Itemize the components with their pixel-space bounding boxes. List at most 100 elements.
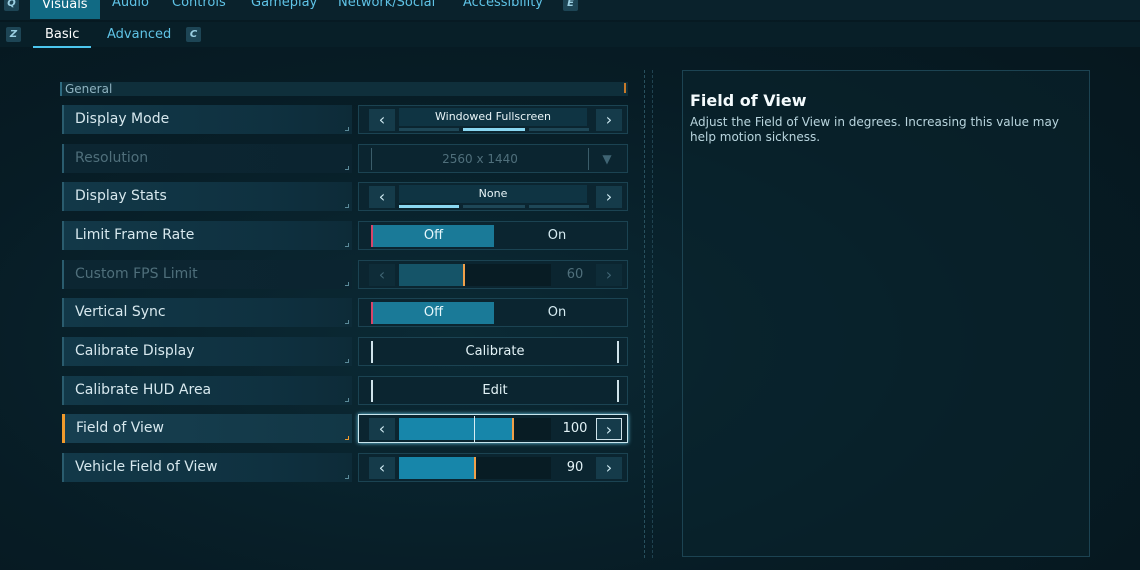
section-title: General — [65, 82, 113, 96]
chevron-right-icon[interactable]: › — [596, 186, 622, 208]
slider-fill — [399, 457, 475, 479]
setting-label: Vehicle Field of View — [75, 459, 218, 475]
key-hint-next-tab: E — [563, 0, 578, 11]
setting-label: Calibrate Display — [75, 343, 195, 359]
vertical-sync-toggle[interactable]: Off On — [358, 298, 628, 327]
corner-tick-icon — [345, 436, 349, 440]
setting-field-of-view[interactable]: Field of View — [62, 414, 352, 443]
section-header-general: General — [60, 82, 628, 96]
setting-label: Custom FPS Limit — [75, 266, 198, 282]
display-mode-selector[interactable]: ‹ Windowed Fullscreen › — [358, 105, 628, 134]
option-indicator — [399, 205, 589, 208]
resolution-dropdown: 2560 x 1440 ▼ — [358, 144, 628, 173]
corner-tick-icon — [345, 204, 349, 208]
corner-tick-icon — [345, 282, 349, 286]
slider-fill — [399, 264, 464, 286]
setting-label: Field of View — [76, 420, 164, 436]
setting-label: Vertical Sync — [75, 304, 166, 320]
subtab-basic[interactable]: Basic — [32, 27, 92, 48]
corner-tick-icon — [345, 398, 349, 402]
tab-gameplay[interactable]: Gameplay — [251, 0, 317, 10]
panel-divider — [644, 70, 646, 558]
slider-value: 90 — [566, 460, 584, 475]
tab-network-social[interactable]: Network/Social — [338, 0, 435, 10]
option-pip-selected — [463, 128, 525, 131]
key-hint-prev-tab: Q — [4, 0, 19, 11]
setting-label: Display Stats — [75, 188, 167, 204]
setting-vertical-sync[interactable]: Vertical Sync — [62, 298, 352, 327]
top-tab-bar: Q Visuals Audio Controls Gameplay Networ… — [0, 0, 1140, 20]
setting-calibrate-hud-area[interactable]: Calibrate HUD Area — [62, 376, 352, 405]
slider-fill — [399, 418, 513, 440]
calibrate-hud-control[interactable]: Edit — [358, 376, 628, 405]
chevron-right-icon: › — [596, 264, 622, 286]
calibrate-display-control[interactable]: Calibrate — [358, 337, 628, 366]
calibrate-button[interactable]: Calibrate — [371, 341, 619, 363]
setting-calibrate-display[interactable]: Calibrate Display — [62, 337, 352, 366]
setting-label: Calibrate HUD Area — [75, 382, 212, 398]
tab-visuals[interactable]: Visuals — [30, 0, 100, 19]
slider-track[interactable] — [399, 416, 551, 442]
custom-fps-limit-slider: ‹ 60 › — [358, 260, 628, 289]
chevron-right-icon[interactable]: › — [596, 109, 622, 131]
toggle-off-option[interactable]: Off — [371, 302, 494, 324]
corner-tick-icon — [345, 359, 349, 363]
corner-tick-icon — [345, 166, 349, 170]
toggle-off-option[interactable]: Off — [371, 225, 494, 247]
setting-custom-fps-limit: Custom FPS Limit — [62, 260, 352, 289]
corner-tick-icon — [345, 127, 349, 131]
selector-value: Windowed Fullscreen — [399, 108, 587, 126]
option-pip — [399, 128, 459, 131]
option-pip — [529, 205, 589, 208]
chevron-down-icon: ▼ — [602, 152, 612, 166]
limit-frame-rate-toggle[interactable]: Off On — [358, 221, 628, 250]
option-indicator — [399, 128, 589, 131]
setting-limit-frame-rate[interactable]: Limit Frame Rate — [62, 221, 352, 250]
slider-track — [399, 264, 551, 286]
key-hint-next-subtab: C — [186, 27, 201, 42]
chevron-right-icon[interactable]: › — [596, 457, 622, 479]
display-stats-selector[interactable]: ‹ None › — [358, 182, 628, 211]
info-title: Field of View — [690, 91, 807, 110]
edit-button[interactable]: Edit — [371, 380, 619, 402]
option-pip — [529, 128, 589, 131]
setting-display-stats[interactable]: Display Stats — [62, 182, 352, 211]
chevron-right-icon[interactable]: › — [596, 418, 622, 440]
setting-label: Resolution — [75, 150, 149, 166]
setting-label: Display Mode — [75, 111, 170, 127]
setting-label: Limit Frame Rate — [75, 227, 195, 243]
option-pip-selected — [399, 205, 459, 208]
vehicle-field-of-view-slider[interactable]: ‹ 90 › — [358, 453, 628, 482]
corner-tick-icon — [345, 243, 349, 247]
toggle-on-option[interactable]: On — [496, 302, 618, 324]
slider-handle[interactable] — [512, 418, 514, 440]
tab-audio[interactable]: Audio — [112, 0, 149, 10]
corner-tick-icon — [345, 320, 349, 324]
dropdown-value: 2560 x 1440 — [371, 148, 589, 170]
chevron-left-icon[interactable]: ‹ — [369, 109, 395, 131]
field-of-view-slider[interactable]: ‹ 100 › — [358, 414, 628, 443]
slider-value: 60 — [566, 267, 584, 282]
setting-info-panel: Field of View Adjust the Field of View i… — [682, 70, 1090, 557]
setting-vehicle-field-of-view[interactable]: Vehicle Field of View — [62, 453, 352, 482]
tab-accessibility[interactable]: Accessibility — [463, 0, 543, 10]
corner-accent-icon — [616, 83, 626, 93]
chevron-left-icon[interactable]: ‹ — [369, 418, 395, 440]
subtab-advanced[interactable]: Advanced — [107, 27, 171, 42]
slider-handle[interactable] — [474, 457, 476, 479]
info-description: Adjust the Field of View in degrees. Inc… — [690, 115, 1059, 144]
toggle-on-option[interactable]: On — [496, 225, 618, 247]
tab-controls[interactable]: Controls — [172, 0, 226, 10]
selector-value: None — [399, 185, 587, 203]
corner-tick-icon — [345, 475, 349, 479]
setting-resolution: Resolution — [62, 144, 352, 173]
panel-divider — [652, 70, 654, 558]
option-pip — [463, 205, 525, 208]
setting-display-mode[interactable]: Display Mode — [62, 105, 352, 134]
slider-midpoint-marker — [474, 416, 475, 442]
slider-track[interactable] — [399, 457, 551, 479]
slider-value: 100 — [562, 421, 588, 436]
chevron-left-icon[interactable]: ‹ — [369, 186, 395, 208]
chevron-left-icon: ‹ — [369, 264, 395, 286]
chevron-left-icon[interactable]: ‹ — [369, 457, 395, 479]
